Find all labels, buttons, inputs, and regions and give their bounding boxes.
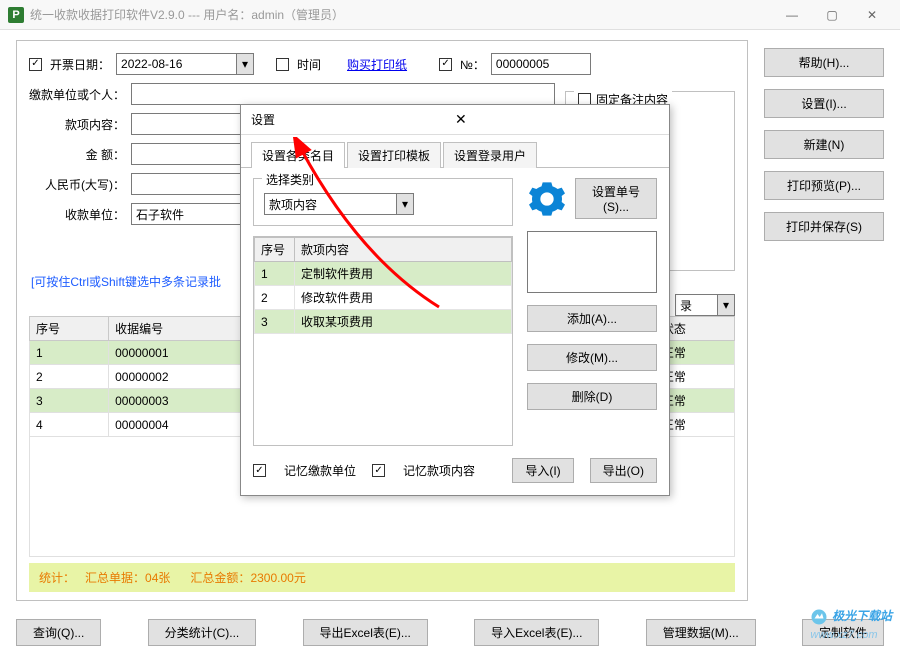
window-titlebar: P 统一收款收据打印软件V2.9.0 --- 用户名：admin（管理员） — … — [0, 0, 900, 30]
print-preview-button[interactable]: 打印预览(P)... — [764, 171, 884, 200]
summary-bar: 统计： 汇总单据：04张 汇总金额：2300.00元 — [29, 563, 735, 592]
dialog-tabs: 设置各类名目 设置打印模板 设置登录用户 — [241, 135, 669, 168]
gear-icon — [527, 179, 567, 219]
print-save-button[interactable]: 打印并保存(S) — [764, 212, 884, 241]
invoice-date-label: 开票日期： — [50, 56, 110, 73]
no-label: №： — [460, 56, 485, 73]
invoice-date-combo[interactable]: ▾ — [116, 53, 254, 75]
app-icon: P — [8, 7, 24, 23]
remember-payer-checkbox[interactable] — [253, 464, 266, 477]
manage-data-button[interactable]: 管理数据(M)... — [646, 619, 756, 646]
custom-software-button[interactable]: 定制软件 — [802, 619, 884, 646]
set-code-button[interactable]: 设置单号(S)... — [575, 178, 657, 219]
export-excel-button[interactable]: 导出Excel表(E)... — [303, 619, 428, 646]
query-button[interactable]: 查询(Q)... — [16, 619, 101, 646]
category-input[interactable] — [264, 193, 396, 215]
new-button[interactable]: 新建(N) — [764, 130, 884, 159]
table-header[interactable]: 收据编号 — [109, 317, 251, 341]
tab-print-template[interactable]: 设置打印模板 — [347, 142, 441, 168]
payer-input[interactable] — [131, 83, 555, 105]
remember-content-checkbox[interactable] — [372, 464, 385, 477]
category-group: 选择类别 ▾ — [253, 178, 513, 226]
list-item[interactable]: 1定制软件费用 — [255, 262, 512, 286]
export-button[interactable]: 导出(O) — [590, 458, 657, 483]
preview-box — [527, 231, 657, 293]
record-filter-combo[interactable]: ▾ — [675, 294, 735, 316]
no-input[interactable] — [491, 53, 591, 75]
amount-cn-label: 人民币(大写)： — [29, 176, 125, 193]
window-title: 统一收款收据打印软件V2.9.0 --- 用户名：admin（管理员） — [30, 6, 772, 23]
chevron-down-icon[interactable]: ▾ — [717, 294, 735, 316]
content-label: 款项内容： — [29, 116, 125, 133]
chevron-down-icon[interactable]: ▾ — [396, 193, 414, 215]
import-excel-button[interactable]: 导入Excel表(E)... — [474, 619, 599, 646]
right-button-panel: 帮助(H)... 设置(I)... 新建(N) 打印预览(P)... 打印并保存… — [764, 40, 884, 601]
category-combo[interactable]: ▾ — [264, 193, 414, 215]
remember-payer-label: 记忆缴款单位 — [284, 462, 356, 479]
remember-content-label: 记忆款项内容 — [403, 462, 475, 479]
tab-categories[interactable]: 设置各类名目 — [251, 142, 345, 168]
list-item[interactable]: 3收取某项费用 — [255, 310, 512, 334]
dialog-close-button[interactable]: ✕ — [451, 111, 659, 128]
list-header-no: 序号 — [255, 238, 295, 262]
dialog-titlebar[interactable]: 设置 ✕ — [241, 105, 669, 135]
delete-button[interactable]: 删除(D) — [527, 383, 657, 410]
list-header-name: 款项内容 — [295, 238, 512, 262]
time-label: 时间 — [297, 56, 321, 73]
amount-label: 金 额： — [29, 146, 125, 163]
window-minimize-button[interactable]: — — [772, 1, 812, 29]
category-legend: 选择类别 — [262, 171, 318, 188]
tab-users[interactable]: 设置登录用户 — [443, 142, 537, 168]
payer-label: 缴款单位或个人： — [29, 86, 125, 103]
add-button[interactable]: 添加(A)... — [527, 305, 657, 332]
no-checkbox[interactable] — [439, 58, 452, 71]
dialog-title: 设置 — [251, 111, 451, 128]
window-close-button[interactable]: ✕ — [852, 1, 892, 29]
record-filter-input[interactable] — [675, 294, 717, 316]
settings-dialog: 设置 ✕ 设置各类名目 设置打印模板 设置登录用户 选择类别 ▾ 序号 款项内容 — [240, 104, 670, 496]
help-button[interactable]: 帮助(H)... — [764, 48, 884, 77]
bottom-toolbar: 查询(Q)... 分类统计(C)... 导出Excel表(E)... 导入Exc… — [0, 611, 900, 654]
invoice-date-input[interactable] — [116, 53, 236, 75]
import-button[interactable]: 导入(I) — [512, 458, 573, 483]
chevron-down-icon[interactable]: ▾ — [236, 53, 254, 75]
category-list[interactable]: 序号 款项内容 1定制软件费用2修改软件费用3收取某项费用 — [253, 236, 513, 446]
window-maximize-button[interactable]: ▢ — [812, 1, 852, 29]
invoice-date-checkbox[interactable] — [29, 58, 42, 71]
edit-button[interactable]: 修改(M)... — [527, 344, 657, 371]
stats-button[interactable]: 分类统计(C)... — [148, 619, 257, 646]
table-header[interactable]: 序号 — [30, 317, 109, 341]
list-item[interactable]: 2修改软件费用 — [255, 286, 512, 310]
settings-button[interactable]: 设置(I)... — [764, 89, 884, 118]
payee-label: 收款单位： — [29, 206, 125, 223]
buy-paper-link[interactable]: 购买打印纸 — [347, 56, 407, 73]
time-checkbox[interactable] — [276, 58, 289, 71]
